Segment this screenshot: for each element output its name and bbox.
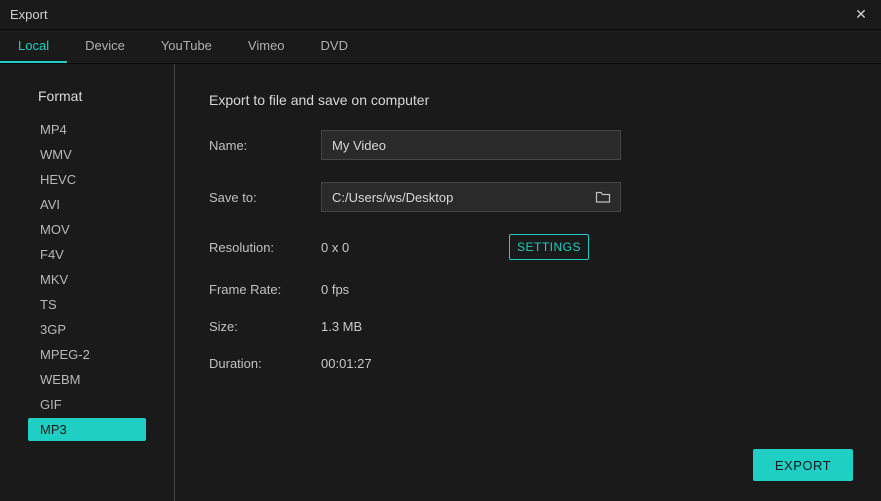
size-label: Size: — [209, 319, 321, 334]
sidebar: Format MP4 WMV HEVC AVI MOV F4V MKV TS 3… — [0, 64, 175, 501]
size-row: Size: 1.3 MB — [209, 319, 853, 334]
main-title: Export to file and save on computer — [209, 92, 853, 108]
settings-button[interactable]: SETTINGS — [509, 234, 589, 260]
titlebar: Export ✕ — [0, 0, 881, 30]
tab-youtube[interactable]: YouTube — [143, 30, 230, 63]
tab-label: Device — [85, 38, 125, 53]
format-webm[interactable]: WEBM — [28, 368, 146, 391]
format-mp3[interactable]: MP3 — [28, 418, 146, 441]
framerate-value: 0 fps — [321, 282, 349, 297]
export-button[interactable]: EXPORT — [753, 449, 853, 481]
format-list: MP4 WMV HEVC AVI MOV F4V MKV TS 3GP MPEG… — [0, 118, 174, 441]
export-tabs: Local Device YouTube Vimeo DVD — [0, 30, 881, 64]
tab-device[interactable]: Device — [67, 30, 143, 63]
format-f4v[interactable]: F4V — [28, 243, 146, 266]
framerate-row: Frame Rate: 0 fps — [209, 282, 853, 297]
format-hevc[interactable]: HEVC — [28, 168, 146, 191]
format-ts[interactable]: TS — [28, 293, 146, 316]
duration-label: Duration: — [209, 356, 321, 371]
tab-label: DVD — [321, 38, 348, 53]
saveto-label: Save to: — [209, 190, 321, 205]
framerate-label: Frame Rate: — [209, 282, 321, 297]
size-value: 1.3 MB — [321, 319, 362, 334]
format-mkv[interactable]: MKV — [28, 268, 146, 291]
duration-value: 00:01:27 — [321, 356, 372, 371]
saveto-field[interactable]: C:/Users/ws/Desktop — [321, 182, 621, 212]
tab-label: Local — [18, 38, 49, 53]
footer: EXPORT — [753, 449, 853, 481]
format-mpeg2[interactable]: MPEG-2 — [28, 343, 146, 366]
main-panel: Export to file and save on computer Name… — [175, 64, 881, 501]
window-title: Export — [10, 7, 48, 22]
tab-label: YouTube — [161, 38, 212, 53]
duration-row: Duration: 00:01:27 — [209, 356, 853, 371]
resolution-row: Resolution: 0 x 0 SETTINGS — [209, 234, 853, 260]
format-mp4[interactable]: MP4 — [28, 118, 146, 141]
format-avi[interactable]: AVI — [28, 193, 146, 216]
name-row: Name: — [209, 130, 853, 160]
format-mov[interactable]: MOV — [28, 218, 146, 241]
saveto-row: Save to: C:/Users/ws/Desktop — [209, 182, 853, 212]
format-gif[interactable]: GIF — [28, 393, 146, 416]
format-header: Format — [0, 88, 174, 118]
name-input[interactable] — [321, 130, 621, 160]
close-icon[interactable]: ✕ — [851, 5, 871, 25]
tab-dvd[interactable]: DVD — [303, 30, 366, 63]
folder-icon[interactable] — [594, 189, 612, 205]
resolution-value: 0 x 0 — [321, 240, 509, 255]
tab-label: Vimeo — [248, 38, 285, 53]
name-label: Name: — [209, 138, 321, 153]
format-wmv[interactable]: WMV — [28, 143, 146, 166]
format-3gp[interactable]: 3GP — [28, 318, 146, 341]
resolution-label: Resolution: — [209, 240, 321, 255]
content: Format MP4 WMV HEVC AVI MOV F4V MKV TS 3… — [0, 64, 881, 501]
saveto-value: C:/Users/ws/Desktop — [332, 190, 594, 205]
tab-local[interactable]: Local — [0, 30, 67, 63]
tab-vimeo[interactable]: Vimeo — [230, 30, 303, 63]
